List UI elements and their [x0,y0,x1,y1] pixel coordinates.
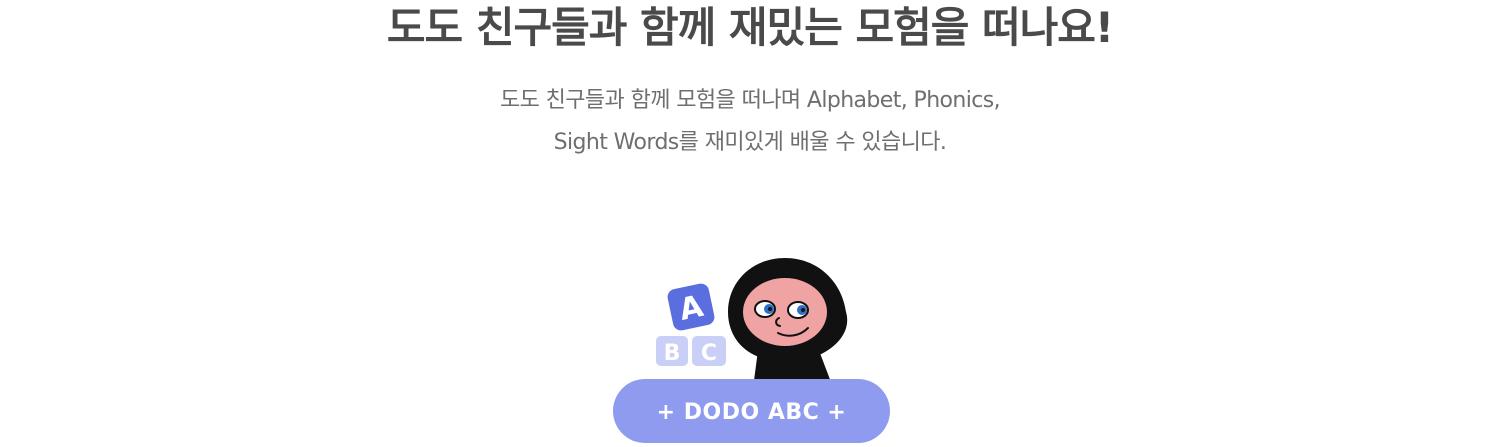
letter-block-c: C [692,336,726,366]
letter-block-a: A [667,283,715,331]
letter-block-b: B [656,336,688,366]
dodo-character-illustration: A B C [656,258,848,411]
svg-text:C: C [701,341,717,366]
svg-text:B: B [664,341,681,366]
dodo-abc-button[interactable]: + DODO ABC + [613,379,890,443]
